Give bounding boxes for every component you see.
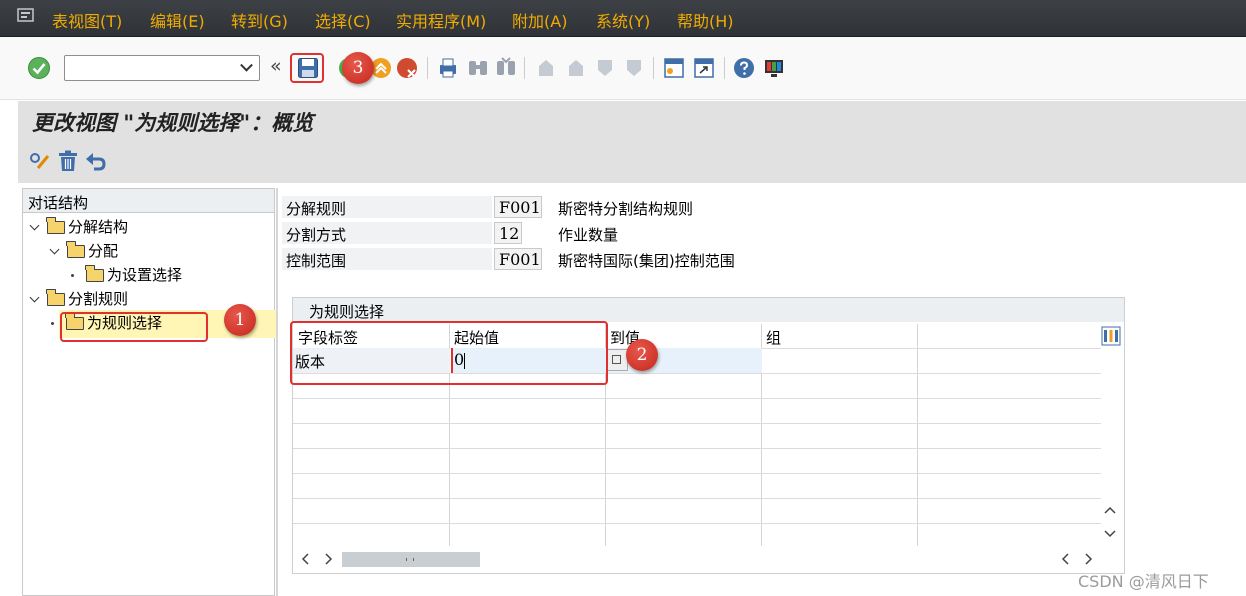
field-desc-controlling-area: 斯密特国际(集团)控制范围 bbox=[558, 252, 735, 270]
row-divider bbox=[293, 398, 1101, 399]
bullet-icon bbox=[51, 322, 54, 325]
field-label-decomposition-rule: 分解规则 bbox=[282, 196, 492, 218]
watermark: CSDN @清风日下 bbox=[1078, 572, 1209, 591]
toolbar-separator bbox=[724, 57, 725, 79]
chevron-down-icon[interactable] bbox=[29, 220, 40, 230]
page-title: 更改视图 "为规则选择"：概览 bbox=[32, 110, 314, 135]
dialog-structure-panel: 对话结构 分解结构 分配 为设置选择 分割规则 为规则选择 bbox=[22, 188, 276, 596]
field-label-controlling-area: 控制范围 bbox=[282, 248, 492, 270]
tree-node-label: 分配 bbox=[88, 242, 119, 260]
toolbar-separator bbox=[524, 57, 525, 79]
enter-check-icon[interactable] bbox=[27, 56, 51, 80]
folder-icon bbox=[66, 241, 85, 258]
scroll-up-icon[interactable] bbox=[1103, 504, 1117, 516]
undo-icon[interactable] bbox=[84, 149, 108, 173]
callout-badge-1: 1 bbox=[224, 304, 256, 336]
table-settings-icon[interactable] bbox=[1101, 326, 1121, 346]
tree-node-label: 分解结构 bbox=[68, 218, 129, 236]
tree-node-decomposition[interactable]: 分解结构 bbox=[29, 216, 129, 237]
cell-group[interactable] bbox=[762, 348, 918, 373]
column-header-group[interactable]: 组 bbox=[762, 324, 785, 351]
bullet-icon bbox=[71, 274, 74, 277]
menu-extras[interactable]: 附加(A) bbox=[512, 8, 567, 32]
folder-icon bbox=[46, 217, 65, 234]
tree-node-assignment[interactable]: 分配 bbox=[49, 240, 119, 261]
scroll-left-icon[interactable] bbox=[299, 552, 313, 566]
row-divider bbox=[293, 473, 1101, 474]
title-bar: 更改视图 "为规则选择"：概览 bbox=[18, 101, 1246, 141]
callout-badge-2: 2 bbox=[626, 339, 658, 371]
menu-selection[interactable]: 选择(C) bbox=[315, 8, 371, 32]
scroll-down-icon[interactable] bbox=[1103, 528, 1117, 540]
sap-menu-icon[interactable] bbox=[17, 8, 37, 24]
panel-splitter[interactable] bbox=[276, 188, 278, 596]
tree-node-settings-selection[interactable]: 为设置选择 bbox=[71, 264, 182, 285]
folder-icon bbox=[85, 265, 104, 282]
field-value-controlling-area: F001 bbox=[494, 248, 542, 270]
shortcut-icon[interactable] bbox=[692, 56, 716, 80]
menu-table-view[interactable]: 表视图(T) bbox=[52, 8, 122, 32]
cancel-icon[interactable] bbox=[395, 56, 419, 80]
help-icon[interactable] bbox=[732, 56, 756, 80]
menu-utilities[interactable]: 实用程序(M) bbox=[396, 8, 486, 32]
row-divider bbox=[293, 448, 1101, 449]
create-session-icon[interactable] bbox=[662, 56, 686, 80]
menu-help[interactable]: 帮助(H) bbox=[677, 8, 734, 32]
field-value-split-method: 12 bbox=[494, 222, 522, 244]
find-icon[interactable] bbox=[466, 56, 490, 80]
row-divider bbox=[293, 523, 1101, 524]
callout-badge-3: 3 bbox=[342, 52, 374, 84]
application-toolbar bbox=[18, 141, 1246, 183]
highlight-version-row bbox=[290, 321, 608, 385]
tree-node-label: 分割规则 bbox=[68, 290, 129, 308]
multiple-selection-icon bbox=[612, 355, 621, 364]
row-divider bbox=[293, 423, 1101, 424]
field-desc-decomposition-rule: 斯密特分割结构规则 bbox=[558, 200, 694, 218]
customize-layout-icon[interactable] bbox=[762, 56, 786, 80]
toolbar-separator bbox=[653, 57, 654, 79]
horizontal-scrollbar-thumb[interactable] bbox=[342, 552, 480, 567]
menu-system[interactable]: 系统(Y) bbox=[596, 8, 650, 32]
chevron-down-icon[interactable] bbox=[240, 58, 253, 72]
table-title: 为规则选择 bbox=[293, 298, 1124, 322]
dialog-structure-header: 对话结构 bbox=[23, 189, 274, 213]
first-page-icon[interactable] bbox=[534, 56, 558, 80]
field-label-split-method: 分割方式 bbox=[282, 222, 492, 244]
collapse-icon[interactable]: « bbox=[270, 55, 282, 77]
tree-node-split-rules[interactable]: 分割规则 bbox=[29, 288, 129, 309]
menu-bar: 表视图(T) 编辑(E) 转到(G) 选择(C) 实用程序(M) 附加(A) 系… bbox=[0, 0, 1246, 37]
highlight-rule-selection bbox=[60, 312, 208, 342]
highlight-save bbox=[290, 53, 324, 83]
command-field[interactable] bbox=[64, 55, 260, 81]
find-next-icon[interactable] bbox=[494, 56, 518, 80]
scroll-grip-icon bbox=[406, 558, 414, 561]
display-change-icon[interactable] bbox=[28, 150, 52, 174]
next-page-icon[interactable] bbox=[593, 56, 617, 80]
scroll-right-icon[interactable] bbox=[1081, 552, 1095, 566]
folder-icon bbox=[46, 289, 65, 306]
tree-node-label: 为设置选择 bbox=[107, 266, 183, 284]
menu-goto[interactable]: 转到(G) bbox=[231, 8, 288, 32]
toolbar-separator bbox=[427, 57, 428, 79]
chevron-down-icon[interactable] bbox=[49, 244, 60, 254]
scroll-left-icon[interactable] bbox=[1059, 552, 1073, 566]
last-page-icon[interactable] bbox=[622, 56, 646, 80]
scroll-right-icon[interactable] bbox=[321, 552, 335, 566]
field-value-decomposition-rule: F001 bbox=[494, 196, 542, 218]
previous-page-icon[interactable] bbox=[564, 56, 588, 80]
delete-icon[interactable] bbox=[56, 149, 80, 173]
chevron-down-icon[interactable] bbox=[29, 292, 40, 302]
field-desc-split-method: 作业数量 bbox=[558, 226, 619, 244]
print-icon[interactable] bbox=[436, 56, 460, 80]
row-divider bbox=[293, 498, 1101, 499]
menu-edit[interactable]: 编辑(E) bbox=[150, 8, 205, 32]
